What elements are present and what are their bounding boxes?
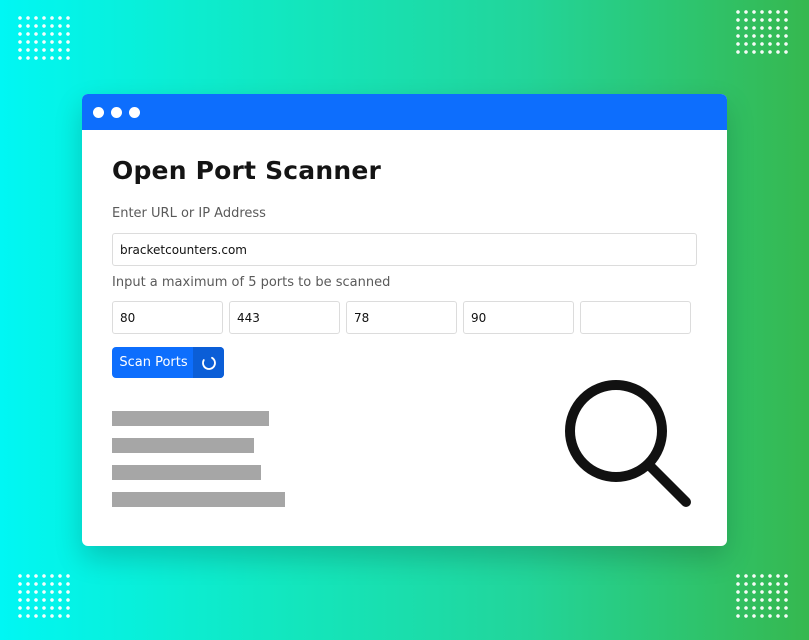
port-input-4[interactable]: 90 — [463, 301, 574, 334]
port-input-5[interactable] — [580, 301, 691, 334]
browser-window: Open Port Scanner Enter URL or IP Addres… — [82, 94, 727, 546]
url-label: Enter URL or IP Address — [112, 206, 266, 221]
window-titlebar — [82, 94, 727, 130]
placeholder-line — [112, 465, 261, 480]
port-input-1[interactable]: 80 — [112, 301, 223, 334]
scan-ports-label: Scan Ports — [119, 355, 188, 370]
dot-grid-decoration — [16, 572, 74, 622]
magnifier-icon — [565, 380, 691, 507]
window-control-dot[interactable] — [129, 106, 140, 118]
loading-spinner-icon — [193, 347, 224, 378]
dot-grid-decoration — [734, 8, 792, 58]
placeholder-line — [112, 438, 254, 453]
port-input-2[interactable]: 443 — [229, 301, 340, 334]
dot-grid-decoration — [16, 14, 74, 64]
placeholder-line — [112, 492, 285, 507]
dot-grid-decoration — [734, 572, 792, 622]
window-control-dot[interactable] — [93, 106, 104, 118]
page-title: Open Port Scanner — [112, 156, 382, 185]
placeholder-line — [112, 411, 269, 426]
port-input-3[interactable]: 78 — [346, 301, 457, 334]
scan-ports-button[interactable]: Scan Ports — [112, 347, 224, 378]
window-control-dot[interactable] — [111, 106, 122, 118]
url-input[interactable]: bracketcounters.com — [112, 233, 697, 266]
ports-label: Input a maximum of 5 ports to be scanned — [112, 275, 391, 290]
